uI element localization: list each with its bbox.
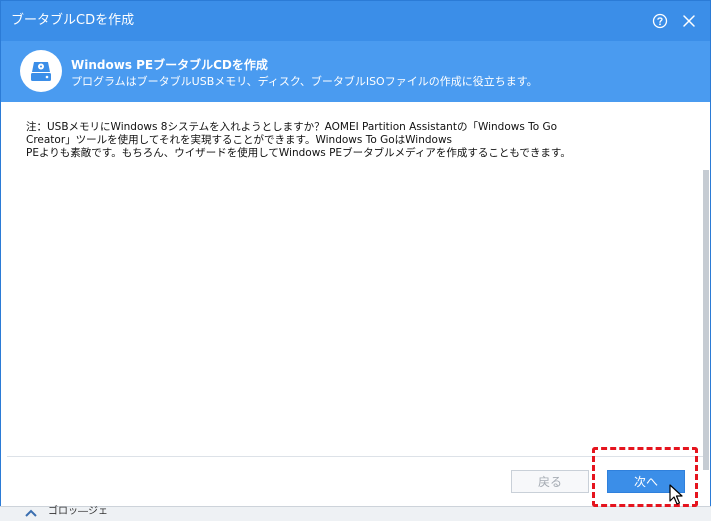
note-line: Creator」ツールを使用してそれを実現することができます。Windows T…	[26, 134, 453, 146]
title-bar[interactable]: ブータブルCDを作成	[1, 1, 710, 41]
note-text: 注：USBメモリにWindows 8システムを入れようとしますか？AOMEI P…	[26, 121, 601, 160]
banner-title: Windows PEブータブルCDを作成	[71, 58, 268, 72]
header-banner: Windows PEブータブルCDを作成 プログラムはブータブルUSBメモリ、デ…	[1, 41, 710, 102]
window-title: ブータブルCDを作成	[11, 13, 135, 28]
banner-subtitle: プログラムはブータブルUSBメモリ、ディスク、ブータブルISOファイルの作成に役…	[71, 75, 538, 88]
mouse-cursor-icon	[669, 484, 683, 505]
bootable-cd-dialog: ブータブルCDを作成 Windows PEブータブルCDを作成 プログラムはブー…	[0, 0, 711, 516]
arrow-icon	[25, 509, 37, 517]
back-button[interactable]: 戻る	[511, 470, 589, 493]
note-line: PEよりも素敵です。もちろん、ウイザードを使用してWindows PEブータブル…	[26, 147, 571, 159]
disc-drive-icon	[20, 50, 62, 92]
help-icon	[652, 13, 668, 29]
help-button[interactable]	[648, 9, 672, 33]
note-line: 注：USBメモリにWindows 8システムを入れようとしますか？AOMEI P…	[26, 121, 558, 133]
close-icon	[683, 15, 695, 27]
close-button[interactable]	[677, 9, 701, 33]
background-item-label: ゴロッ―ジェ	[48, 506, 108, 517]
content-area: 注：USBメモリにWindows 8システムを入れようとしますか？AOMEI P…	[1, 102, 710, 456]
background-scrollbar[interactable]	[703, 170, 709, 470]
